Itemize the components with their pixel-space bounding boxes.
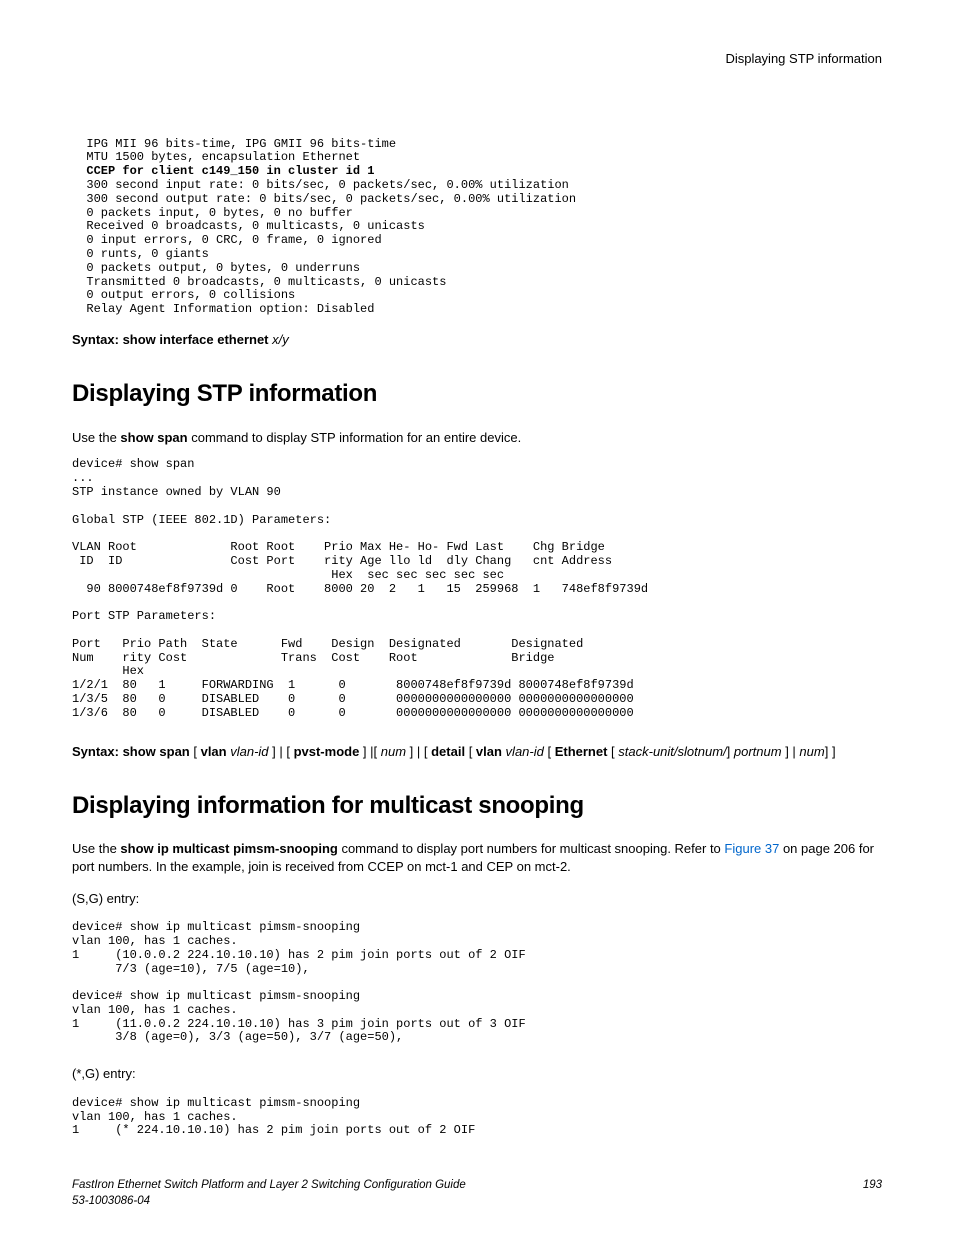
code-block-interface: IPG MII 96 bits-time, IPG GMII 96 bits-t… [72,138,882,317]
code-block-pimsm-sg: device# show ip multicast pimsm-snooping… [72,921,882,1045]
stp-intro: Use the show span command to display STP… [72,429,882,447]
syntax-line-1: Syntax: show interface ethernet x/y [72,331,882,349]
star-g-entry-label: (*,G) entry: [72,1065,882,1083]
page-header-right: Displaying STP information [72,50,882,68]
figure-link[interactable]: Figure 37 [724,841,779,856]
section-heading-multicast: Displaying information for multicast sno… [72,790,882,822]
multicast-intro: Use the show ip multicast pimsm-snooping… [72,840,882,875]
syntax-prefix: Syntax: show interface ethernet [72,332,272,347]
code-block-pimsm-starg: device# show ip multicast pimsm-snooping… [72,1097,882,1138]
section-heading-stp: Displaying STP information [72,378,882,410]
code-block-showspan: device# show span ... STP instance owned… [72,458,882,720]
sg-entry-label: (S,G) entry: [72,890,882,908]
syntax-arg: x/y [272,332,289,347]
footer-page-number: 193 [863,1178,882,1209]
syntax-line-2: Syntax: show span [ vlan vlan-id ] | [ p… [72,743,882,761]
footer-docnum: 53-1003086-04 [72,1194,466,1210]
page-footer: FastIron Ethernet Switch Platform and La… [72,1178,882,1209]
footer-title: FastIron Ethernet Switch Platform and La… [72,1178,466,1194]
